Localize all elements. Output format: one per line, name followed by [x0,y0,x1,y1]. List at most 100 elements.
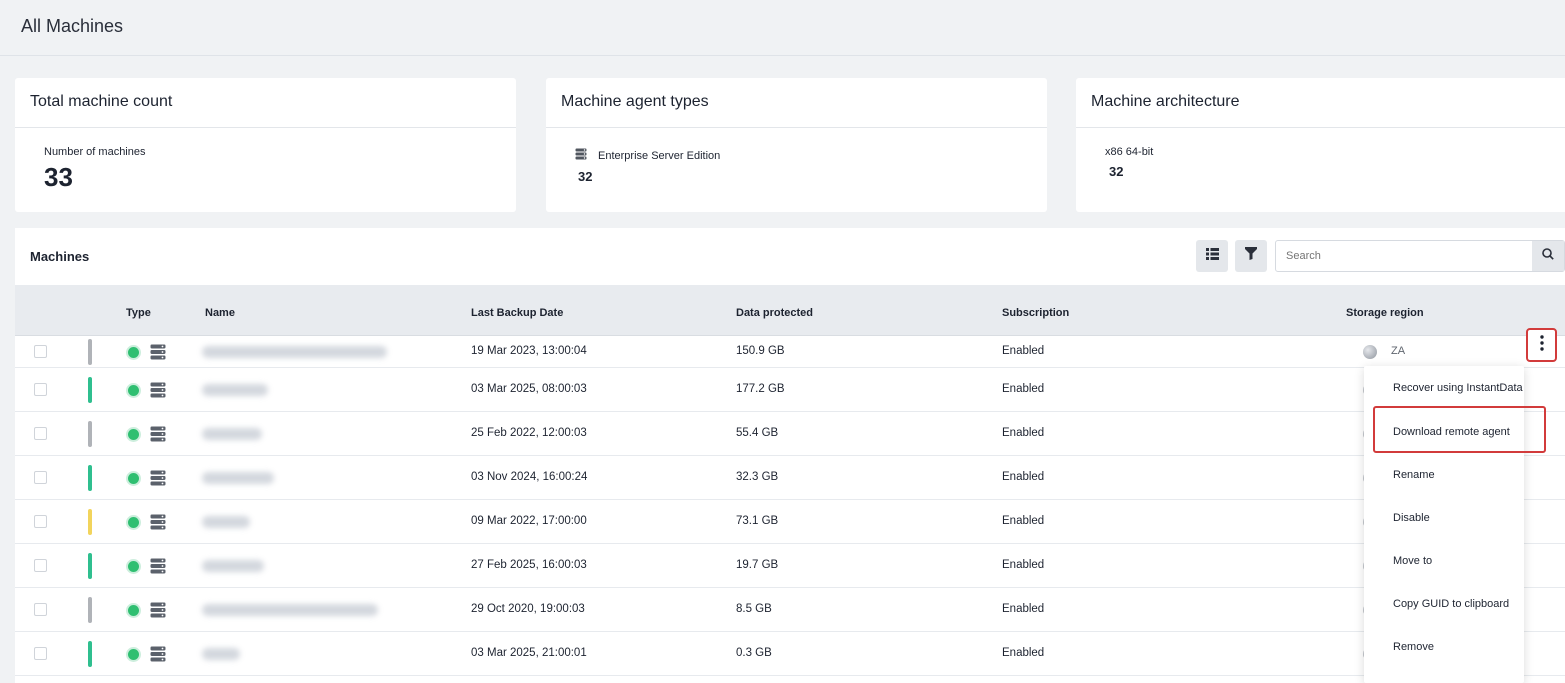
card-title: Machine architecture [1076,78,1565,128]
online-status-icon [128,428,139,440]
card-title: Machine agent types [546,78,1047,128]
last-backup-date: 03 Mar 2025, 08:00:03 [471,383,587,395]
row-checkbox[interactable] [34,647,47,660]
row-checkbox[interactable] [34,559,47,572]
data-protected-value: 32.3 GB [736,471,779,483]
subscription-status: Enabled [1002,515,1045,527]
menu-item-move-to[interactable]: Move to [1393,555,1432,567]
machine-name-redacted[interactable] [202,604,378,616]
filter-icon [1245,247,1257,265]
column-header-subscription[interactable]: Subscription [1002,307,1069,319]
row-actions-button[interactable] [1526,328,1557,362]
last-backup-date: 27 Feb 2025, 16:00:03 [471,559,587,571]
table-header: Type Name Last Backup Date Data protecte… [15,285,1565,336]
search-button[interactable] [1532,241,1564,271]
search-icon [1542,247,1554,265]
row-checkbox[interactable] [34,515,47,528]
machine-count-value: 33 [44,162,73,192]
server-icon [150,558,166,579]
architecture-label: x86 64-bit [1105,146,1154,158]
online-status-icon [128,560,139,572]
status-bar [88,377,92,403]
machine-agent-types-card: Machine agent types Enterprise Server Ed… [546,78,1047,212]
machine-name-redacted[interactable] [202,648,240,660]
data-protected-value: 8.5 GB [736,603,772,615]
column-header-type[interactable]: Type [126,307,151,319]
online-status-icon [128,604,139,616]
column-header-storage-region[interactable]: Storage region [1346,307,1424,319]
row-checkbox[interactable] [34,603,47,616]
server-icon [575,148,587,163]
last-backup-date: 19 Mar 2023, 13:00:04 [471,345,587,357]
data-protected-value: 177.2 GB [736,383,785,395]
menu-item-rename[interactable]: Rename [1393,469,1435,481]
data-protected-value: 150.9 GB [736,345,785,357]
last-backup-date: 29 Oct 2020, 19:00:03 [471,603,585,615]
server-icon [150,426,166,447]
last-backup-date: 03 Nov 2024, 16:00:24 [471,471,588,483]
subscription-status: Enabled [1002,647,1045,659]
filter-button[interactable] [1235,240,1267,272]
table-row[interactable]: 29 Oct 2020, 19:00:03 8.5 GB Enabled [15,588,1565,632]
last-backup-date: 25 Feb 2022, 12:00:03 [471,427,587,439]
row-checkbox[interactable] [34,383,47,396]
column-header-data-protected[interactable]: Data protected [736,307,813,319]
online-status-icon [128,346,139,358]
total-machine-count-card: Total machine count Number of machines 3… [15,78,516,212]
table-row[interactable]: 27 Feb 2025, 16:00:03 19.7 GB Enabled [15,544,1565,588]
machine-name-redacted[interactable] [202,472,274,484]
machine-name-redacted[interactable] [202,428,262,440]
table-row[interactable]: 03 Mar 2025, 21:00:01 0.3 GB Enabled [15,632,1565,676]
last-backup-date: 03 Mar 2025, 21:00:01 [471,647,587,659]
table-row[interactable]: 19 Mar 2023, 13:00:04 150.9 GB Enabled ZA [15,336,1565,368]
agent-type-label: Enterprise Server Edition [598,149,721,162]
status-bar [88,421,92,447]
online-status-icon [128,516,139,528]
status-bar [88,597,92,623]
highlight-box [1373,406,1546,453]
machine-name-redacted[interactable] [202,346,387,358]
server-icon [150,646,166,667]
menu-item-remove[interactable]: Remove [1393,641,1434,653]
machine-name-redacted[interactable] [202,384,268,396]
card-title: Total machine count [15,78,516,128]
machine-name-redacted[interactable] [202,516,250,528]
view-toggle-button[interactable] [1196,240,1228,272]
search-box [1275,240,1565,272]
online-status-icon [128,384,139,396]
table-row[interactable]: 09 Mar 2022, 17:00:00 73.1 GB Enabled [15,500,1565,544]
data-protected-value: 19.7 GB [736,559,779,571]
machine-name-redacted[interactable] [202,560,264,572]
subscription-status: Enabled [1002,383,1045,395]
status-bar [88,509,92,535]
server-icon [150,382,166,403]
online-status-icon [128,648,139,660]
data-protected-value: 55.4 GB [736,427,779,439]
search-input[interactable] [1276,241,1526,271]
server-icon [150,514,166,535]
subscription-status: Enabled [1002,603,1045,615]
region-code: ZA [1391,345,1406,357]
menu-item-recover-instantdata[interactable]: Recover using InstantData [1393,382,1523,394]
subscription-status: Enabled [1002,471,1045,483]
list-view-icon [1205,247,1219,265]
subscription-status: Enabled [1002,427,1045,439]
data-protected-value: 0.3 GB [736,647,772,659]
status-bar [88,339,92,365]
row-checkbox[interactable] [34,471,47,484]
machine-count-label: Number of machines [44,146,146,158]
row-checkbox[interactable] [34,345,47,358]
column-header-last-backup[interactable]: Last Backup Date [471,307,563,319]
menu-item-disable[interactable]: Disable [1393,512,1430,524]
menu-item-copy-guid[interactable]: Copy GUID to clipboard [1393,598,1509,610]
globe-icon [1363,345,1377,359]
data-protected-value: 73.1 GB [736,515,779,527]
table-row[interactable]: 25 Feb 2022, 12:00:03 55.4 GB Enabled [15,412,1565,456]
row-checkbox[interactable] [34,427,47,440]
status-bar [88,553,92,579]
table-row[interactable]: 03 Mar 2025, 08:00:03 177.2 GB Enabled [15,368,1565,412]
table-row[interactable]: 03 Nov 2024, 16:00:24 32.3 GB Enabled [15,456,1565,500]
page-title: All Machines [21,16,124,36]
more-vertical-icon [1539,334,1544,356]
column-header-name[interactable]: Name [205,307,235,319]
